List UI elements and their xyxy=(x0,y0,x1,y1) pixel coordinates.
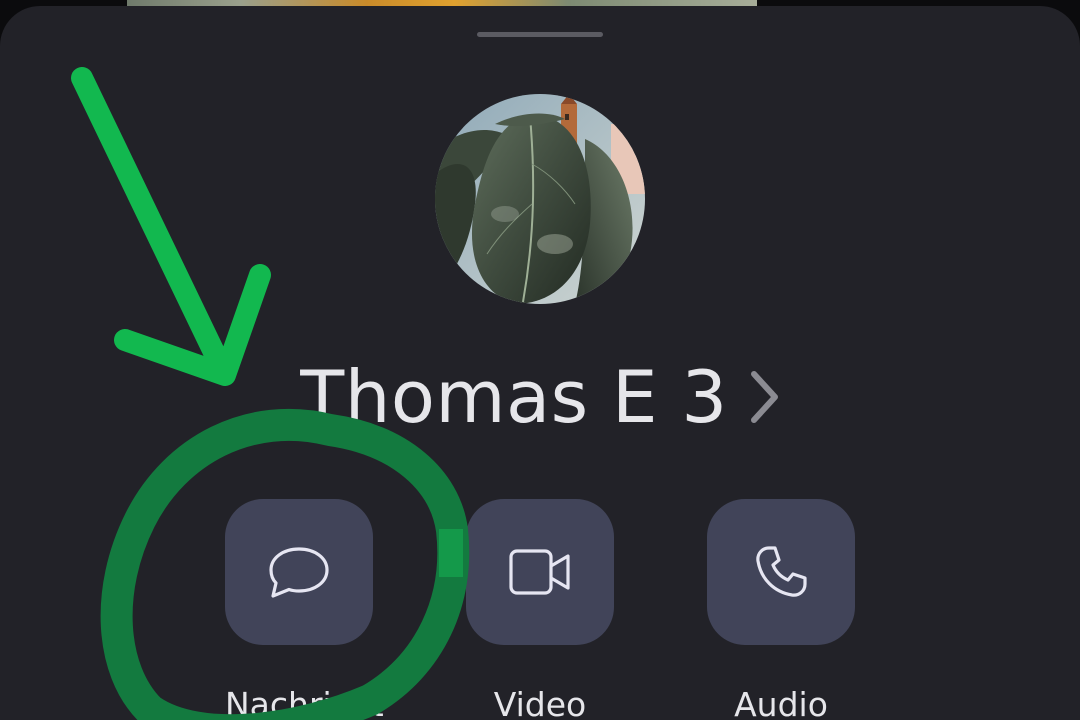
contact-sheet-screen: Thomas E 3 Nachricht Video Audio xyxy=(0,0,1080,720)
phone-icon xyxy=(756,546,807,597)
video-camera-icon xyxy=(509,549,570,595)
chevron-right-icon[interactable] xyxy=(748,370,780,424)
message-button[interactable] xyxy=(225,499,373,645)
action-video: Video xyxy=(466,499,614,720)
avatar[interactable] xyxy=(435,94,645,304)
audio-call-button[interactable] xyxy=(707,499,855,645)
message-label: Nachricht xyxy=(225,685,384,720)
contact-name-row[interactable]: Thomas E 3 xyxy=(0,352,1080,442)
action-audio: Audio xyxy=(707,499,855,720)
action-message: Nachricht xyxy=(225,499,384,720)
video-call-button[interactable] xyxy=(466,499,614,645)
video-label: Video xyxy=(493,685,587,720)
chat-bubble-icon xyxy=(269,547,329,598)
contact-name[interactable]: Thomas E 3 xyxy=(300,361,728,433)
drag-handle[interactable] xyxy=(477,32,603,37)
audio-label: Audio xyxy=(734,685,828,720)
